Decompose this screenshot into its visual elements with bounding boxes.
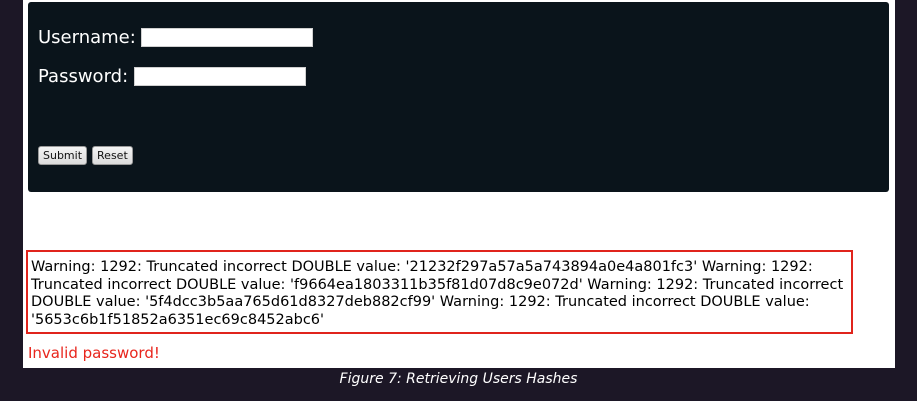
sql-warning-box: Warning: 1292: Truncated incorrect DOUBL… [26,250,853,334]
invalid-password-message: Invalid password! [28,344,160,362]
password-input[interactable] [134,67,307,86]
reset-button[interactable]: Reset [92,146,133,165]
figure-caption: Figure 7: Retrieving Users Hashes [339,371,578,387]
login-form: Username: Password: Submit Reset [28,2,889,192]
sql-warning-text: Warning: 1292: Truncated incorrect DOUBL… [31,259,844,328]
password-row: Password: [38,66,307,87]
form-buttons: Submit Reset [38,146,133,165]
page-frame: Username: Password: Submit Reset Warning… [23,0,895,368]
password-label: Password: [38,66,129,87]
submit-button[interactable]: Submit [38,146,88,165]
username-label: Username: [38,27,136,48]
username-row: Username: [38,27,313,48]
username-input[interactable] [140,28,313,47]
